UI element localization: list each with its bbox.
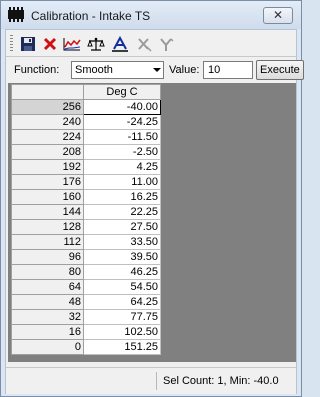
x-axis-button[interactable] — [134, 34, 154, 54]
y-axis-button[interactable] — [156, 34, 176, 54]
function-select-value: Smooth — [75, 64, 113, 76]
table-cell[interactable]: 27.50 — [83, 219, 161, 235]
row-header[interactable]: 128 — [11, 219, 84, 235]
table-row: 96 39.50 — [11, 249, 161, 265]
balance-icon — [87, 37, 105, 51]
row-header[interactable]: 64 — [11, 279, 84, 295]
table-cell[interactable]: 151.25 — [83, 339, 161, 355]
row-header[interactable]: 192 — [11, 159, 84, 175]
chevron-down-icon — [153, 68, 161, 72]
row-header[interactable]: 112 — [11, 234, 84, 250]
calibration-table: Deg C 256 -40.00 240 -24.25 224 -11.50 208 -2.5… — [11, 84, 161, 355]
table-row: 32 77.75 — [11, 309, 161, 325]
table-row: 224 -11.50 — [11, 129, 161, 145]
table-row: 16 102.50 — [11, 324, 161, 340]
row-header[interactable]: 48 — [11, 294, 84, 310]
text-style-icon — [112, 36, 128, 52]
column-header[interactable]: Deg C — [83, 84, 161, 100]
table-cell[interactable]: 39.50 — [83, 249, 161, 265]
table-cell[interactable]: 4.25 — [83, 159, 161, 175]
table-cell[interactable]: 22.25 — [83, 204, 161, 220]
calibration-grid: Deg C 256 -40.00 240 -24.25 224 -11.50 208 -2.5… — [8, 83, 296, 362]
table-row: 0 151.25 — [11, 339, 161, 355]
status-text: Sel Count: 1, Min: -40.0 — [163, 375, 279, 387]
chip-icon — [8, 7, 24, 22]
table-cell[interactable]: 54.50 — [83, 279, 161, 295]
table-cell[interactable]: 16.25 — [83, 189, 161, 205]
table-row: 208 -2.50 — [11, 144, 161, 160]
save-icon — [21, 37, 35, 51]
table-row: 48 64.25 — [11, 294, 161, 310]
graph-button[interactable] — [62, 34, 82, 54]
value-input[interactable]: 10 — [203, 61, 253, 79]
title-bar[interactable]: Calibration - Intake TS ✕ — [1, 1, 301, 29]
table-row: 144 22.25 — [11, 204, 161, 220]
table-row: 256 -40.00 — [11, 99, 161, 115]
calibration-window: Calibration - Intake TS ✕ Function: Smoo… — [0, 0, 304, 397]
value-label: Value: — [169, 64, 200, 76]
table-cell[interactable]: 46.25 — [83, 264, 161, 280]
toolbar — [6, 30, 296, 56]
execute-button[interactable]: Execute — [256, 60, 304, 80]
table-row: 128 27.50 — [11, 219, 161, 235]
row-header[interactable]: 208 — [11, 144, 84, 160]
table-row: 192 4.25 — [11, 159, 161, 175]
close-button[interactable]: ✕ — [263, 7, 293, 24]
text-style-button[interactable] — [110, 34, 130, 54]
x-axis-icon — [138, 38, 152, 52]
balance-button[interactable] — [86, 34, 106, 54]
table-cell[interactable]: -11.50 — [83, 129, 161, 145]
table-row: 240 -24.25 — [11, 114, 161, 130]
table-row: 80 46.25 — [11, 264, 161, 280]
save-button[interactable] — [18, 34, 38, 54]
row-header[interactable]: 0 — [11, 339, 84, 355]
row-header[interactable]: 144 — [11, 204, 84, 220]
row-header[interactable]: 256 — [11, 99, 84, 115]
row-header[interactable]: 160 — [11, 189, 84, 205]
table-cell[interactable]: -2.50 — [83, 144, 161, 160]
row-header[interactable]: 80 — [11, 264, 84, 280]
status-bar: Sel Count: 1, Min: -40.0 — [6, 367, 296, 394]
function-label: Function: — [14, 64, 60, 76]
function-select[interactable]: Smooth — [71, 61, 164, 79]
function-bar: Function: Smooth Value: 10 Execute — [6, 58, 304, 82]
row-header[interactable]: 240 — [11, 114, 84, 130]
status-divider — [156, 372, 157, 390]
client-area: Function: Smooth Value: 10 Execute Deg C… — [5, 29, 304, 394]
table-cell[interactable]: -24.25 — [83, 114, 161, 130]
row-header[interactable]: 32 — [11, 309, 84, 325]
y-axis-icon — [160, 38, 174, 51]
row-header[interactable]: 16 — [11, 324, 84, 340]
table-row: 112 33.50 — [11, 234, 161, 250]
grid-corner[interactable] — [11, 84, 84, 100]
table-cell[interactable]: 11.00 — [83, 174, 161, 190]
table-cell[interactable]: 102.50 — [83, 324, 161, 340]
table-cell[interactable]: 64.25 — [83, 294, 161, 310]
table-cell[interactable]: -40.00 — [83, 99, 161, 115]
row-header[interactable]: 96 — [11, 249, 84, 265]
graph-icon — [63, 38, 81, 51]
toolbar-separator — [6, 56, 296, 57]
table-cell[interactable]: 77.75 — [83, 309, 161, 325]
table-cell[interactable]: 33.50 — [83, 234, 161, 250]
table-row: 176 11.00 — [11, 174, 161, 190]
delete-icon — [43, 37, 57, 51]
table-row: 64 54.50 — [11, 279, 161, 295]
row-header[interactable]: 176 — [11, 174, 84, 190]
table-row: 160 16.25 — [11, 189, 161, 205]
window-title: Calibration - Intake TS — [31, 9, 151, 23]
toolbar-grip[interactable] — [10, 35, 13, 51]
row-header[interactable]: 224 — [11, 129, 84, 145]
delete-button[interactable] — [40, 34, 60, 54]
